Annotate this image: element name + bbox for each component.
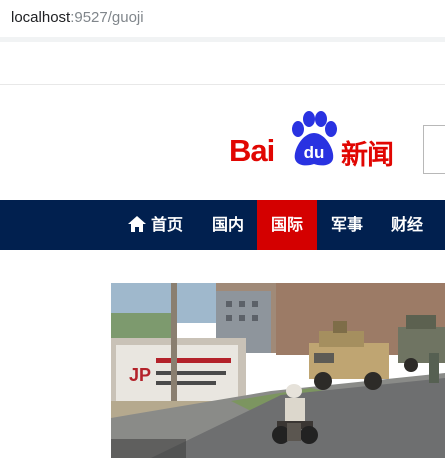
nav-item-caijing[interactable]: 财经 (377, 200, 437, 250)
nav-item-guonei[interactable]: 国内 (199, 200, 257, 250)
nav-item-label: 国内 (211, 215, 244, 234)
logo-xinwen-text: 新闻 (341, 140, 394, 171)
url-host: localhost (11, 9, 71, 26)
home-icon (127, 216, 146, 232)
nav-item-guoji[interactable]: 国际 (257, 200, 317, 250)
image-caption-bar (111, 439, 186, 458)
search-input[interactable] (423, 125, 445, 174)
nav-item-label: 财经 (390, 215, 423, 234)
main-content: JP (0, 250, 445, 458)
svg-text:JP: JP (129, 365, 151, 385)
address-bar[interactable]: localhost:9527/guoji (0, 0, 445, 37)
logo-paw-text: du (304, 143, 325, 162)
nav-item-label: 国际 (270, 215, 303, 234)
nav-item-junshi[interactable]: 军事 (317, 200, 377, 250)
main-nav: 首页 国内 国际 军事 财经 (0, 200, 445, 250)
site-header: Bai du 新闻 (0, 85, 445, 200)
news-photo-graphic: JP (111, 283, 445, 458)
baidu-news-logo[interactable]: Bai du 新闻 (229, 111, 404, 171)
url-text[interactable]: localhost:9527/guoji (11, 9, 144, 26)
paw-icon: du (292, 111, 337, 166)
logo-bai-text: Bai (229, 133, 275, 168)
nav-item-label: 首页 (150, 215, 183, 234)
nav-item-label: 军事 (330, 215, 363, 234)
bookmarks-bar (0, 37, 445, 85)
url-path: :9527/guoji (70, 9, 144, 26)
news-photo[interactable]: JP (111, 283, 445, 458)
nav-item-home[interactable]: 首页 (111, 200, 199, 250)
